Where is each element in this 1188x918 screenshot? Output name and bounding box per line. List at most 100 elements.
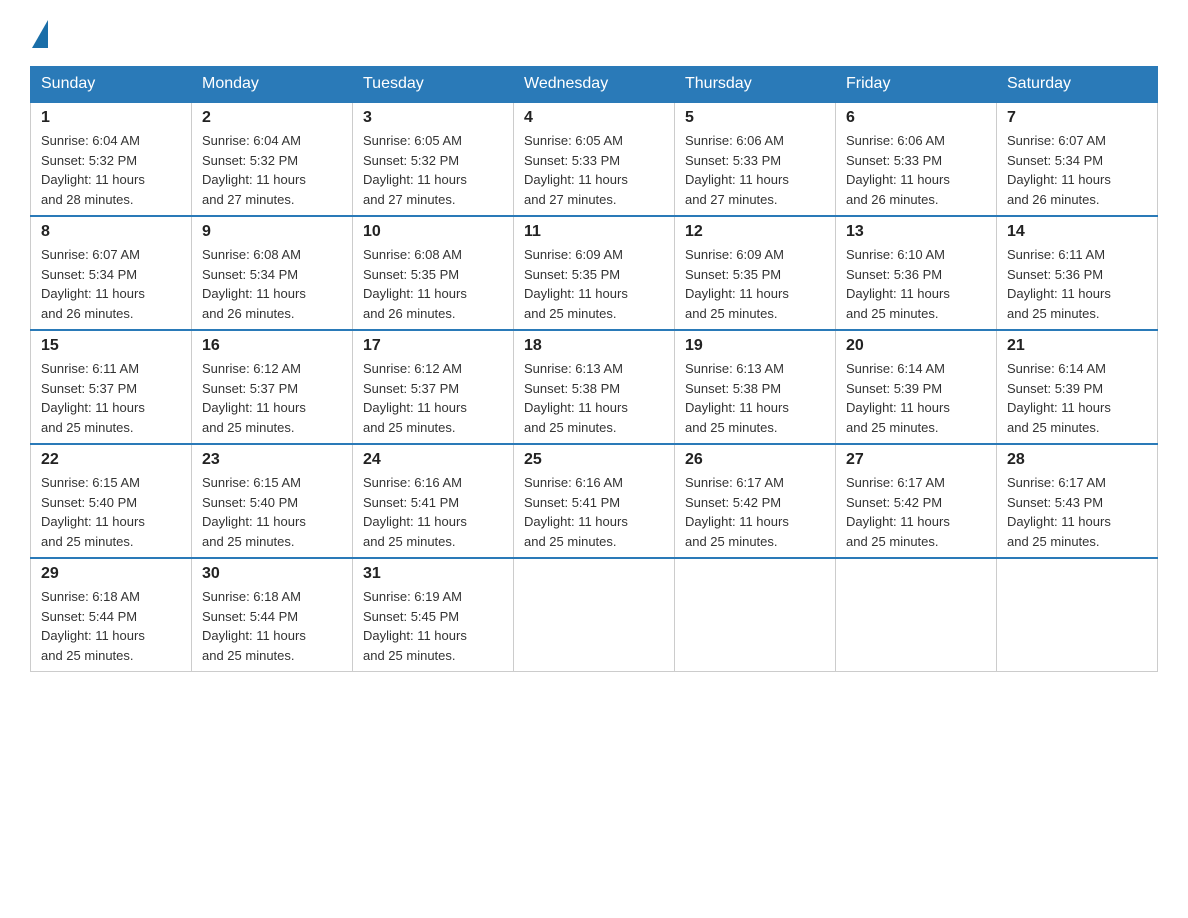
day-number: 18 xyxy=(524,337,664,355)
calendar-cell: 7 Sunrise: 6:07 AMSunset: 5:34 PMDayligh… xyxy=(997,102,1158,216)
calendar-cell: 15 Sunrise: 6:11 AMSunset: 5:37 PMDaylig… xyxy=(31,330,192,444)
calendar-cell xyxy=(675,558,836,672)
day-info: Sunrise: 6:04 AMSunset: 5:32 PMDaylight:… xyxy=(41,131,181,209)
day-number: 23 xyxy=(202,451,342,469)
day-info: Sunrise: 6:13 AMSunset: 5:38 PMDaylight:… xyxy=(685,359,825,437)
header-thursday: Thursday xyxy=(675,67,836,103)
header-tuesday: Tuesday xyxy=(353,67,514,103)
calendar-cell: 2 Sunrise: 6:04 AMSunset: 5:32 PMDayligh… xyxy=(192,102,353,216)
calendar-body: 1 Sunrise: 6:04 AMSunset: 5:32 PMDayligh… xyxy=(31,102,1158,672)
header-row: SundayMondayTuesdayWednesdayThursdayFrid… xyxy=(31,67,1158,103)
calendar-cell xyxy=(997,558,1158,672)
logo xyxy=(30,20,48,46)
calendar-cell: 28 Sunrise: 6:17 AMSunset: 5:43 PMDaylig… xyxy=(997,444,1158,558)
calendar-cell: 25 Sunrise: 6:16 AMSunset: 5:41 PMDaylig… xyxy=(514,444,675,558)
day-number: 3 xyxy=(363,109,503,127)
calendar-cell: 11 Sunrise: 6:09 AMSunset: 5:35 PMDaylig… xyxy=(514,216,675,330)
calendar-cell: 1 Sunrise: 6:04 AMSunset: 5:32 PMDayligh… xyxy=(31,102,192,216)
day-info: Sunrise: 6:04 AMSunset: 5:32 PMDaylight:… xyxy=(202,131,342,209)
day-number: 19 xyxy=(685,337,825,355)
week-row-4: 22 Sunrise: 6:15 AMSunset: 5:40 PMDaylig… xyxy=(31,444,1158,558)
day-number: 1 xyxy=(41,109,181,127)
day-number: 7 xyxy=(1007,109,1147,127)
calendar-cell: 16 Sunrise: 6:12 AMSunset: 5:37 PMDaylig… xyxy=(192,330,353,444)
day-info: Sunrise: 6:11 AMSunset: 5:36 PMDaylight:… xyxy=(1007,245,1147,323)
day-number: 6 xyxy=(846,109,986,127)
day-info: Sunrise: 6:08 AMSunset: 5:34 PMDaylight:… xyxy=(202,245,342,323)
day-number: 25 xyxy=(524,451,664,469)
calendar-cell: 24 Sunrise: 6:16 AMSunset: 5:41 PMDaylig… xyxy=(353,444,514,558)
calendar-cell: 20 Sunrise: 6:14 AMSunset: 5:39 PMDaylig… xyxy=(836,330,997,444)
week-row-1: 1 Sunrise: 6:04 AMSunset: 5:32 PMDayligh… xyxy=(31,102,1158,216)
calendar-cell: 30 Sunrise: 6:18 AMSunset: 5:44 PMDaylig… xyxy=(192,558,353,672)
calendar-cell: 23 Sunrise: 6:15 AMSunset: 5:40 PMDaylig… xyxy=(192,444,353,558)
day-info: Sunrise: 6:12 AMSunset: 5:37 PMDaylight:… xyxy=(363,359,503,437)
day-info: Sunrise: 6:09 AMSunset: 5:35 PMDaylight:… xyxy=(524,245,664,323)
day-number: 5 xyxy=(685,109,825,127)
calendar-cell: 6 Sunrise: 6:06 AMSunset: 5:33 PMDayligh… xyxy=(836,102,997,216)
day-info: Sunrise: 6:06 AMSunset: 5:33 PMDaylight:… xyxy=(685,131,825,209)
day-info: Sunrise: 6:05 AMSunset: 5:32 PMDaylight:… xyxy=(363,131,503,209)
calendar-cell: 18 Sunrise: 6:13 AMSunset: 5:38 PMDaylig… xyxy=(514,330,675,444)
day-info: Sunrise: 6:16 AMSunset: 5:41 PMDaylight:… xyxy=(524,473,664,551)
day-info: Sunrise: 6:07 AMSunset: 5:34 PMDaylight:… xyxy=(1007,131,1147,209)
day-info: Sunrise: 6:13 AMSunset: 5:38 PMDaylight:… xyxy=(524,359,664,437)
calendar-table: SundayMondayTuesdayWednesdayThursdayFrid… xyxy=(30,66,1158,672)
day-number: 9 xyxy=(202,223,342,241)
day-number: 12 xyxy=(685,223,825,241)
calendar-cell: 17 Sunrise: 6:12 AMSunset: 5:37 PMDaylig… xyxy=(353,330,514,444)
day-number: 22 xyxy=(41,451,181,469)
header-saturday: Saturday xyxy=(997,67,1158,103)
day-info: Sunrise: 6:18 AMSunset: 5:44 PMDaylight:… xyxy=(202,587,342,665)
page-header xyxy=(30,20,1158,46)
day-info: Sunrise: 6:06 AMSunset: 5:33 PMDaylight:… xyxy=(846,131,986,209)
day-info: Sunrise: 6:17 AMSunset: 5:43 PMDaylight:… xyxy=(1007,473,1147,551)
day-number: 14 xyxy=(1007,223,1147,241)
day-number: 2 xyxy=(202,109,342,127)
day-number: 28 xyxy=(1007,451,1147,469)
calendar-cell: 5 Sunrise: 6:06 AMSunset: 5:33 PMDayligh… xyxy=(675,102,836,216)
day-number: 17 xyxy=(363,337,503,355)
calendar-cell: 8 Sunrise: 6:07 AMSunset: 5:34 PMDayligh… xyxy=(31,216,192,330)
day-info: Sunrise: 6:05 AMSunset: 5:33 PMDaylight:… xyxy=(524,131,664,209)
week-row-3: 15 Sunrise: 6:11 AMSunset: 5:37 PMDaylig… xyxy=(31,330,1158,444)
day-info: Sunrise: 6:16 AMSunset: 5:41 PMDaylight:… xyxy=(363,473,503,551)
header-sunday: Sunday xyxy=(31,67,192,103)
header-friday: Friday xyxy=(836,67,997,103)
calendar-cell: 26 Sunrise: 6:17 AMSunset: 5:42 PMDaylig… xyxy=(675,444,836,558)
day-number: 31 xyxy=(363,565,503,583)
day-number: 13 xyxy=(846,223,986,241)
day-info: Sunrise: 6:17 AMSunset: 5:42 PMDaylight:… xyxy=(846,473,986,551)
day-number: 24 xyxy=(363,451,503,469)
logo-triangle-icon xyxy=(32,20,48,48)
day-info: Sunrise: 6:18 AMSunset: 5:44 PMDaylight:… xyxy=(41,587,181,665)
day-number: 10 xyxy=(363,223,503,241)
calendar-cell: 13 Sunrise: 6:10 AMSunset: 5:36 PMDaylig… xyxy=(836,216,997,330)
calendar-cell: 19 Sunrise: 6:13 AMSunset: 5:38 PMDaylig… xyxy=(675,330,836,444)
day-info: Sunrise: 6:19 AMSunset: 5:45 PMDaylight:… xyxy=(363,587,503,665)
day-info: Sunrise: 6:10 AMSunset: 5:36 PMDaylight:… xyxy=(846,245,986,323)
day-number: 16 xyxy=(202,337,342,355)
day-info: Sunrise: 6:07 AMSunset: 5:34 PMDaylight:… xyxy=(41,245,181,323)
calendar-cell: 12 Sunrise: 6:09 AMSunset: 5:35 PMDaylig… xyxy=(675,216,836,330)
day-number: 26 xyxy=(685,451,825,469)
calendar-cell: 21 Sunrise: 6:14 AMSunset: 5:39 PMDaylig… xyxy=(997,330,1158,444)
day-number: 15 xyxy=(41,337,181,355)
calendar-cell: 31 Sunrise: 6:19 AMSunset: 5:45 PMDaylig… xyxy=(353,558,514,672)
week-row-5: 29 Sunrise: 6:18 AMSunset: 5:44 PMDaylig… xyxy=(31,558,1158,672)
calendar-cell xyxy=(514,558,675,672)
day-number: 11 xyxy=(524,223,664,241)
day-number: 29 xyxy=(41,565,181,583)
header-monday: Monday xyxy=(192,67,353,103)
calendar-cell: 29 Sunrise: 6:18 AMSunset: 5:44 PMDaylig… xyxy=(31,558,192,672)
day-number: 30 xyxy=(202,565,342,583)
day-number: 20 xyxy=(846,337,986,355)
day-info: Sunrise: 6:11 AMSunset: 5:37 PMDaylight:… xyxy=(41,359,181,437)
day-number: 4 xyxy=(524,109,664,127)
week-row-2: 8 Sunrise: 6:07 AMSunset: 5:34 PMDayligh… xyxy=(31,216,1158,330)
calendar-cell: 10 Sunrise: 6:08 AMSunset: 5:35 PMDaylig… xyxy=(353,216,514,330)
calendar-cell: 22 Sunrise: 6:15 AMSunset: 5:40 PMDaylig… xyxy=(31,444,192,558)
day-number: 8 xyxy=(41,223,181,241)
day-info: Sunrise: 6:15 AMSunset: 5:40 PMDaylight:… xyxy=(41,473,181,551)
day-number: 27 xyxy=(846,451,986,469)
